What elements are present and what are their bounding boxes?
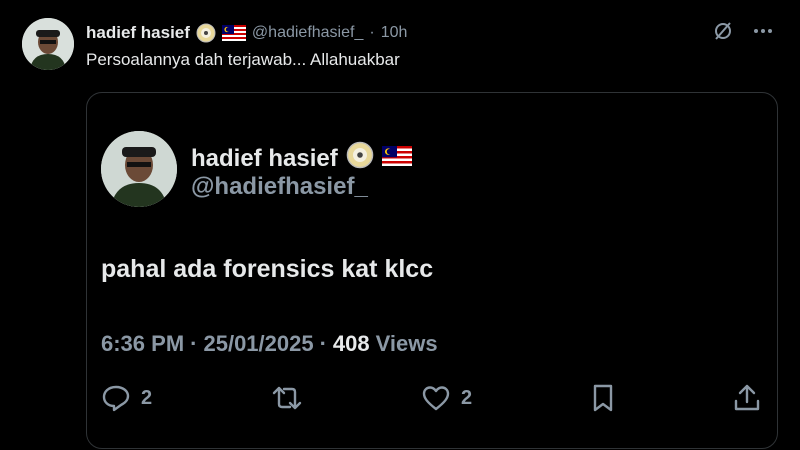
reply-icon — [101, 384, 131, 412]
quoted-author-name[interactable]: hadief hasief — [191, 145, 338, 173]
post-time[interactable]: 10h — [381, 24, 408, 42]
post-text: Persoalannya dah terjawab... Allahuakbar — [86, 50, 400, 69]
grok-icon[interactable] — [712, 20, 734, 42]
separator-dot: · — [369, 24, 375, 41]
quoted-author-name-row: hadief hasief — [191, 141, 412, 176]
quoted-tweet-card[interactable]: hadief hasief @hadiefhasief_ pahal ada f… — [86, 92, 778, 449]
post-header: hadief hasief @hadiefhasief_ · 10h — [86, 22, 407, 44]
quoted-time[interactable]: 6:36 PM — [101, 331, 184, 357]
reply-button[interactable]: 2 — [101, 384, 152, 412]
bookmark-icon — [590, 383, 616, 413]
post-top-actions — [712, 20, 774, 42]
avatar-image — [22, 18, 74, 70]
malaysia-flag-icon — [381, 145, 412, 173]
quoted-action-bar: 2 2 — [101, 381, 761, 415]
malaysia-flag-icon — [221, 25, 246, 41]
author-handle[interactable]: @hadiefhasief_ — [252, 24, 363, 42]
separator-dot: · — [190, 331, 198, 356]
views-count: 408 — [332, 331, 370, 356]
views-label: Views — [375, 331, 438, 356]
quoted-date[interactable]: 25/01/2025 — [203, 331, 313, 357]
share-icon — [733, 383, 761, 413]
cd-disc-icon — [196, 23, 216, 43]
cd-disc-icon — [346, 141, 374, 176]
quoted-text: pahal ada forensics kat klcc — [101, 255, 434, 283]
more-options-icon[interactable] — [752, 20, 774, 42]
bookmark-button[interactable] — [590, 383, 616, 413]
repost-button[interactable] — [270, 384, 304, 412]
reply-count: 2 — [141, 386, 153, 409]
like-count: 2 — [461, 386, 473, 409]
author-avatar[interactable] — [22, 18, 74, 70]
quoted-author-handle[interactable]: @hadiefhasief_ — [191, 173, 368, 201]
quoted-meta: 6:36 PM · 25/01/2025 · 408 Views — [101, 331, 438, 357]
heart-icon — [421, 384, 451, 412]
quoted-avatar-image — [101, 131, 177, 207]
quoted-author-avatar[interactable] — [101, 131, 177, 207]
separator-dot: · — [319, 331, 327, 356]
author-name[interactable]: hadief hasief — [86, 23, 190, 43]
like-button[interactable]: 2 — [421, 384, 472, 412]
repost-icon — [270, 384, 304, 412]
share-button[interactable] — [733, 383, 761, 413]
